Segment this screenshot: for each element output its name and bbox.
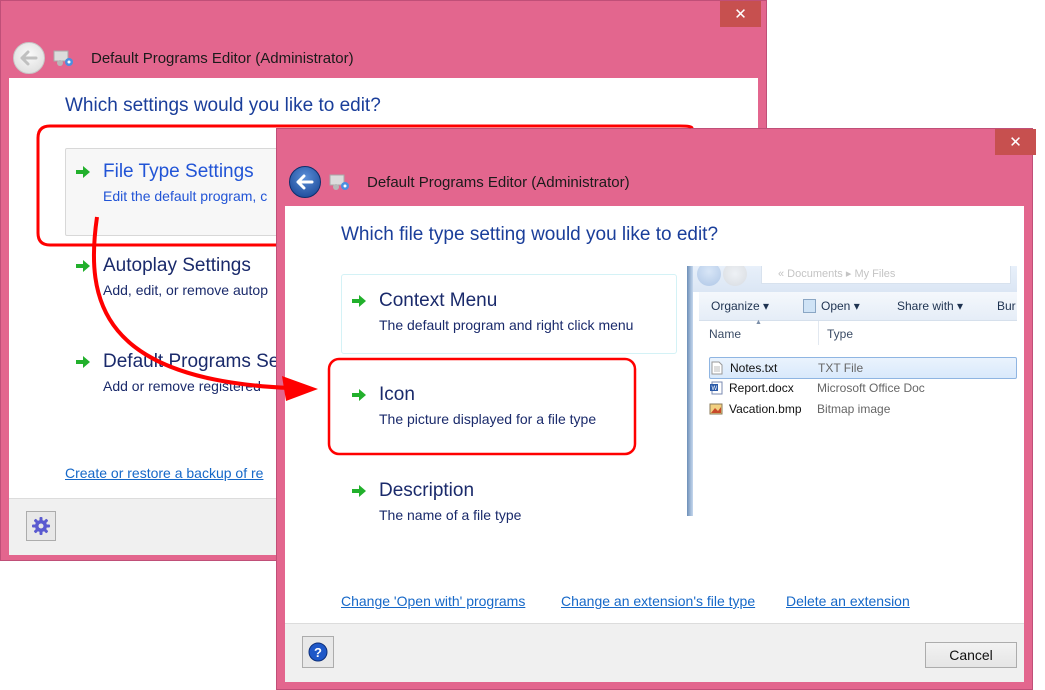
context-menu-highlight: [341, 274, 677, 354]
gear-icon: [32, 517, 50, 535]
text-file-icon: [711, 361, 723, 375]
organize-menu[interactable]: Organize ▾: [711, 299, 769, 313]
option-title: Icon: [379, 384, 415, 405]
notepad-icon: [803, 299, 816, 313]
help-button[interactable]: ?: [302, 636, 334, 668]
explorer-forward-button[interactable]: [723, 266, 747, 286]
option-title: Description: [379, 480, 475, 501]
back-window-titlebar: Default Programs Editor (Administrator): [13, 41, 766, 75]
back-window-close-button[interactable]: ✕: [720, 1, 761, 27]
app-icon: [329, 173, 351, 191]
green-arrow-icon: [352, 295, 366, 307]
svg-text:W: W: [712, 386, 718, 392]
change-open-with-link[interactable]: Change 'Open with' programs: [341, 593, 525, 609]
change-extension-file-type-link[interactable]: Change an extension's file type: [561, 593, 755, 609]
option-description: The default program and right click menu: [379, 317, 634, 333]
app-icon: [53, 49, 75, 67]
delete-extension-link[interactable]: Delete an extension: [786, 593, 910, 609]
file-name: Vacation.bmp: [729, 402, 802, 416]
column-divider: [818, 321, 819, 345]
explorer-left-border: [687, 266, 693, 516]
back-window-heading: Which settings would you like to edit?: [65, 95, 381, 116]
explorer-column-headers: ▲ Name Type: [699, 319, 1017, 345]
file-row-vacation[interactable]: Vacation.bmp Bitmap image: [709, 399, 890, 419]
green-arrow-icon: [352, 485, 366, 497]
back-arrow-icon: [20, 50, 38, 66]
backup-link[interactable]: Create or restore a backup of re: [65, 465, 263, 481]
settings-button[interactable]: [26, 511, 56, 541]
file-type: Microsoft Office Doc: [817, 381, 925, 395]
breadcrumb: « Documents ▸ My Files: [778, 268, 896, 280]
front-window-title: Default Programs Editor (Administrator): [367, 173, 630, 191]
open-menu[interactable]: Open ▾: [821, 299, 860, 313]
column-type[interactable]: Type: [827, 327, 853, 341]
svg-text:?: ?: [314, 645, 322, 660]
file-name: Notes.txt: [730, 361, 778, 375]
front-window-close-button[interactable]: ✕: [995, 129, 1036, 155]
file-name: Report.docx: [729, 381, 794, 395]
green-arrow-icon: [76, 356, 90, 368]
help-icon: ?: [308, 642, 328, 662]
explorer-preview: « Documents ▸ My Files Organize ▾ Open ▾…: [687, 266, 1017, 516]
explorer-address-bar[interactable]: « Documents ▸ My Files: [761, 266, 1011, 284]
back-window-title: Default Programs Editor (Administrator): [91, 49, 354, 67]
green-arrow-icon: [76, 166, 90, 178]
cancel-button[interactable]: Cancel: [925, 642, 1017, 668]
front-window-heading: Which file type setting would you like t…: [341, 224, 719, 245]
file-type: Bitmap image: [817, 402, 891, 416]
close-icon: ✕: [1009, 134, 1022, 151]
option-title: Autoplay Settings: [103, 255, 251, 276]
green-arrow-icon: [352, 389, 366, 401]
explorer-toolbar: Organize ▾ Open ▾ Share with ▾ Bur: [699, 292, 1017, 321]
option-description: The picture displayed for a file type: [379, 411, 597, 427]
bitmap-image-icon: [709, 403, 723, 415]
front-window-titlebar: Default Programs Editor (Administrator): [289, 165, 1032, 199]
front-window-content: Which file type setting would you like t…: [285, 206, 1024, 623]
back-button[interactable]: [13, 42, 45, 74]
explorer-back-button[interactable]: [697, 266, 721, 286]
option-title: Default Programs Se: [103, 351, 280, 372]
back-arrow-icon: [296, 174, 314, 190]
close-icon: ✕: [734, 6, 747, 23]
file-type: TXT File: [818, 361, 864, 375]
option-title: Context Menu: [379, 290, 498, 311]
option-description: Add or remove registered: [103, 378, 261, 394]
file-row-report[interactable]: W Report.docx Microsoft Office Doc: [709, 378, 925, 398]
sort-ascending-icon: ▲: [755, 319, 762, 326]
option-description: The name of a file type: [379, 507, 522, 523]
word-doc-icon: W: [710, 381, 723, 395]
option-description: Add, edit, or remove autop: [103, 282, 268, 298]
column-name[interactable]: Name: [709, 327, 741, 341]
front-window-footer: ? Cancel: [285, 623, 1024, 682]
option-title: File Type Settings: [103, 161, 254, 182]
explorer-nav-bar: « Documents ▸ My Files: [693, 266, 1017, 292]
green-arrow-icon: [76, 260, 90, 272]
front-window: ✕ Default Programs Editor (Administrator…: [276, 128, 1036, 690]
share-with-menu[interactable]: Share with ▾: [897, 299, 963, 313]
back-button[interactable]: [289, 166, 321, 198]
burn-menu[interactable]: Bur: [997, 299, 1016, 313]
option-description: Edit the default program, c: [103, 188, 268, 204]
file-row-notes[interactable]: Notes.txt TXT File: [709, 357, 1017, 379]
